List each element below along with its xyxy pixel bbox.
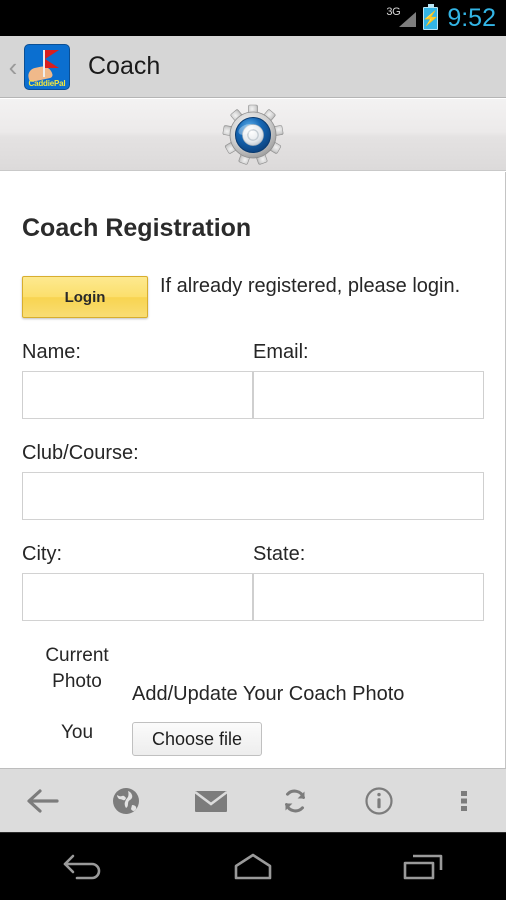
name-label: Name: bbox=[22, 341, 81, 363]
city-state-inputs-row bbox=[22, 573, 484, 621]
app-logo-icon: CaddiePal bbox=[24, 43, 70, 90]
club-course-input-row bbox=[22, 472, 484, 520]
signal-bars-shape bbox=[399, 12, 417, 27]
registration-form: Coach Registration Login If already regi… bbox=[0, 214, 505, 756]
toolbar-back-button[interactable] bbox=[0, 769, 84, 833]
coach-photo-section: Current Photo You Add/Update Your Coach … bbox=[22, 643, 484, 756]
current-photo-label-line2: Photo bbox=[52, 670, 102, 692]
toolbar-overflow-button[interactable] bbox=[422, 769, 506, 833]
gear-icon-svg bbox=[222, 104, 284, 165]
title-back-chevron-icon[interactable]: ‹ bbox=[2, 54, 24, 80]
nav-back-button[interactable] bbox=[0, 833, 169, 900]
email-input[interactable] bbox=[253, 372, 484, 419]
network-type-label: 3G bbox=[386, 6, 401, 18]
refresh-icon bbox=[285, 789, 306, 812]
name-email-inputs-row bbox=[22, 371, 484, 419]
status-bar: 3G ⚡ 9:52 bbox=[0, 0, 506, 36]
toolbar-refresh-button[interactable] bbox=[253, 769, 337, 833]
club-course-input[interactable] bbox=[22, 473, 484, 520]
email-label: Email: bbox=[253, 341, 309, 363]
toolbar-browser-button[interactable] bbox=[84, 769, 168, 833]
logo-brand-label: CaddiePal bbox=[28, 78, 66, 88]
add-update-photo-label: Add/Update Your Coach Photo bbox=[132, 683, 405, 705]
gear-icon bbox=[222, 104, 284, 166]
name-email-labels-row: Name: Email: bbox=[22, 342, 484, 362]
charging-bolt-glyph: ⚡ bbox=[422, 10, 440, 26]
back-icon bbox=[27, 788, 59, 813]
current-photo-label-line1: Current bbox=[45, 645, 109, 666]
city-input[interactable] bbox=[22, 574, 253, 621]
page-title: Coach Registration bbox=[22, 214, 252, 242]
login-help-text: If already registered, please login. bbox=[160, 275, 461, 297]
browser-toolbar bbox=[0, 768, 506, 832]
toolbar-info-button[interactable] bbox=[337, 769, 421, 833]
android-nav-bar bbox=[0, 832, 506, 900]
app-title-bar: ‹ CaddiePal Coach bbox=[0, 36, 506, 98]
nav-home-icon bbox=[234, 853, 272, 879]
banner-bar bbox=[0, 99, 506, 171]
club-course-label: Club/Course: bbox=[22, 442, 139, 464]
overflow-menu-icon bbox=[460, 790, 467, 811]
app-title-label: Coach bbox=[88, 52, 161, 80]
current-photo-column: Current Photo You bbox=[22, 643, 132, 746]
name-input[interactable] bbox=[22, 372, 253, 419]
login-prompt-row: Login If already registered, please logi… bbox=[22, 275, 484, 318]
city-label: City: bbox=[22, 543, 62, 565]
logo-flag-shape bbox=[45, 49, 59, 68]
battery-charging-icon: ⚡ bbox=[422, 3, 440, 30]
city-state-labels-row: City: State: bbox=[22, 544, 484, 564]
nav-recents-button[interactable] bbox=[337, 833, 506, 900]
state-input[interactable] bbox=[253, 574, 484, 621]
state-label: State: bbox=[253, 543, 306, 565]
device-screen: 3G ⚡ 9:52 ‹ CaddiePal Coach Coach Regist… bbox=[0, 0, 506, 900]
signal-strength-icon: 3G bbox=[386, 6, 417, 29]
photo-upload-column: Add/Update Your Coach Photo Choose file bbox=[132, 643, 484, 756]
choose-file-button[interactable]: Choose file bbox=[132, 722, 262, 756]
current-photo-you-label: You bbox=[60, 722, 94, 744]
globe-icon bbox=[113, 787, 140, 814]
nav-back-icon bbox=[64, 854, 101, 879]
toolbar-mail-button[interactable] bbox=[169, 769, 253, 833]
nav-home-button[interactable] bbox=[169, 833, 338, 900]
nav-recents-icon bbox=[403, 854, 442, 879]
status-bar-clock: 9:52 bbox=[447, 3, 496, 32]
login-button[interactable]: Login bbox=[22, 276, 148, 318]
info-icon bbox=[365, 786, 394, 815]
webview-content[interactable]: Coach Registration Login If already regi… bbox=[0, 172, 506, 768]
mail-icon bbox=[194, 790, 228, 812]
